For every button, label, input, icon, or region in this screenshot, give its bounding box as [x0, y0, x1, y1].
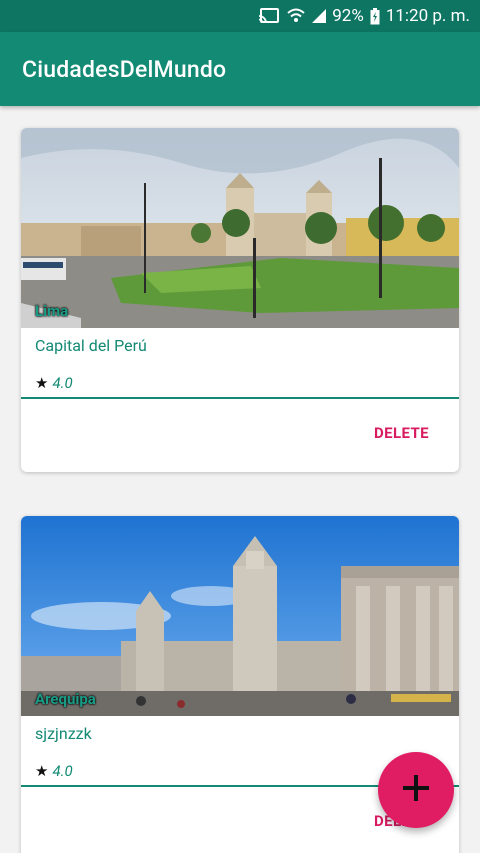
plus-icon — [401, 773, 431, 807]
battery-percent: 92% — [332, 6, 364, 26]
add-city-button[interactable] — [378, 752, 454, 828]
status-bar: 92% 11:20 p. m. — [0, 0, 480, 32]
rating: ★ 4.0 — [35, 374, 73, 392]
cast-icon — [258, 7, 280, 25]
city-description: Capital del Perú — [35, 336, 147, 355]
photo-caption: Lima — [35, 302, 69, 320]
app-title: CiudadesDelMundo — [22, 55, 227, 83]
city-description: sjzjnzzk — [35, 724, 92, 743]
clock: 11:20 p. m. — [385, 6, 470, 26]
rating-value: 4.0 — [52, 374, 73, 392]
rating: ★ 4.0 — [35, 762, 73, 780]
photo-caption: Arequipa — [35, 690, 96, 708]
divider — [21, 397, 459, 399]
star-icon: ★ — [35, 762, 49, 780]
city-card[interactable]: Lima Capital del Perú ★ 4.0 DELETE — [21, 128, 459, 472]
star-icon: ★ — [35, 374, 49, 392]
city-photo: Arequipa — [21, 516, 459, 716]
rating-value: 4.0 — [52, 762, 73, 780]
app-bar: CiudadesDelMundo — [0, 32, 480, 106]
signal-icon — [312, 9, 327, 23]
wifi-icon — [286, 8, 306, 24]
battery-icon — [370, 7, 380, 25]
delete-button[interactable]: DELETE — [374, 424, 429, 442]
city-photo: Lima — [21, 128, 459, 328]
